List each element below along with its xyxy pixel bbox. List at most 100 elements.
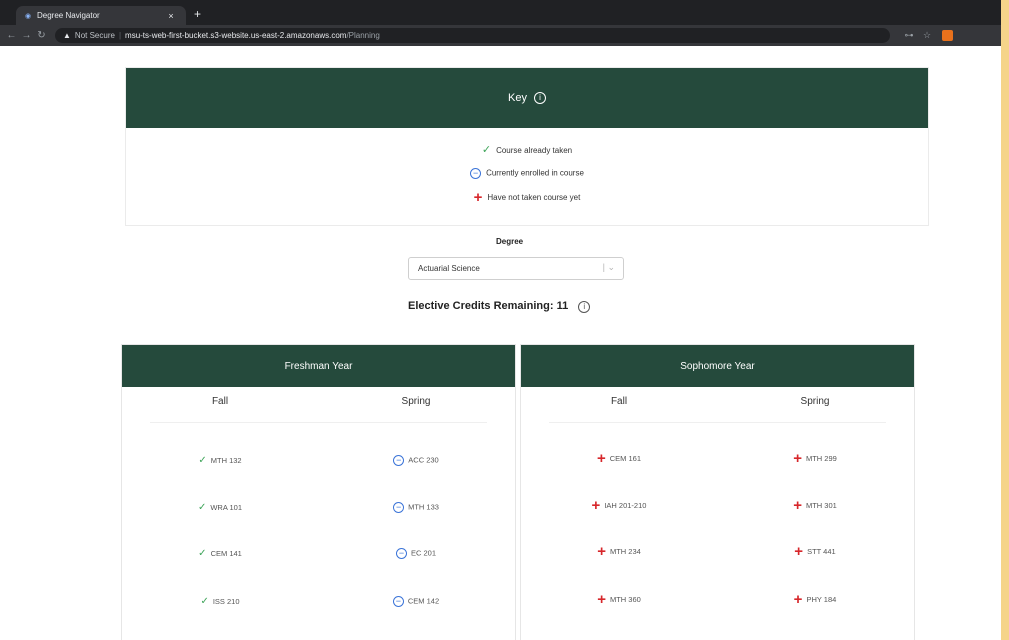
course-code: ISS 210 <box>212 597 240 606</box>
url-host: msu-ts-web-first-bucket.s3-website.us-ea… <box>125 31 347 40</box>
elective-value: 11 <box>556 300 569 312</box>
course-code: CEM 142 <box>407 596 440 606</box>
semester-header-spring: Spring <box>800 396 830 407</box>
key-item-label: Course already taken <box>496 146 573 155</box>
semester-header-fall: Fall <box>610 396 628 407</box>
key-item-enrolled: − Currently enrolled in course <box>126 168 928 179</box>
plus-icon: + <box>597 543 606 561</box>
plus-icon: + <box>793 591 803 609</box>
key-item-taken: ✓ Course already taken <box>126 143 928 156</box>
course-item[interactable]: ✓ WRA 101 <box>122 502 318 513</box>
course-item[interactable]: − CEM 142 <box>318 596 514 607</box>
info-icon[interactable]: i <box>533 92 546 104</box>
course-code: STT 441 <box>807 547 836 556</box>
course-item[interactable]: ✓ CEM 141 <box>122 548 318 559</box>
course-code: MTH 133 <box>408 502 439 512</box>
course-code: ACC 230 <box>408 455 439 465</box>
course-code: MTH 301 <box>805 501 837 510</box>
browser-tab[interactable]: ◉ Degree Navigator × <box>16 6 186 25</box>
course-item[interactable]: + STT 441 <box>717 544 913 559</box>
divider <box>549 422 886 423</box>
plus-icon: + <box>793 450 802 468</box>
warning-icon: ▲ <box>63 31 71 40</box>
key-header: Key i <box>126 68 928 128</box>
course-item[interactable]: − ACC 230 <box>318 455 514 466</box>
plus-icon: + <box>596 450 606 468</box>
tab-title: Degree Navigator <box>37 11 100 20</box>
key-item-label: Have not taken course yet <box>487 193 581 203</box>
plus-icon: + <box>597 591 606 609</box>
year-card-sophomore: Sophomore Year Fall Spring + CEM 161 + IAH… <box>520 344 915 640</box>
plus-icon: + <box>591 497 601 515</box>
tab-close-icon[interactable]: × <box>164 11 178 21</box>
degree-selected-value: Actuarial Science <box>418 264 480 273</box>
course-item[interactable]: + CEM 161 <box>521 451 717 466</box>
globe-icon: ◉ <box>24 12 32 20</box>
course-item[interactable]: + MTH 299 <box>717 451 913 466</box>
star-icon[interactable]: ☆ <box>918 30 936 41</box>
course-code: CEM 161 <box>609 454 642 463</box>
key-item-not-taken: + Have not taken course yet <box>126 190 928 205</box>
degree-label: Degree <box>496 237 524 246</box>
minus-circle-icon: − <box>392 596 404 607</box>
course-item[interactable]: ✓ ISS 210 <box>122 596 318 607</box>
course-item[interactable]: + IAH 201-210 <box>521 498 717 513</box>
course-code: PHY 184 <box>806 595 837 604</box>
semester-header-fall: Fall <box>211 396 229 407</box>
course-code: MTH 299 <box>805 454 837 463</box>
url-path: /Planning <box>346 31 380 40</box>
course-item[interactable]: + MTH 360 <box>521 592 717 607</box>
browser-window: ◉ Degree Navigator × + ← → ↻ ▲ Not Secur… <box>0 0 1001 640</box>
reload-icon[interactable]: ↻ <box>34 30 49 41</box>
minus-circle-icon: − <box>395 548 407 559</box>
info-icon[interactable]: i <box>578 301 591 313</box>
checkmark-icon: ✓ <box>200 596 209 607</box>
key-title: Key <box>508 92 527 104</box>
plus-icon: + <box>793 497 802 515</box>
plus-icon: + <box>794 543 804 561</box>
elective-label: Elective Credits Remaining: <box>408 300 554 312</box>
course-code: IAH 201-210 <box>604 501 647 510</box>
course-code: WRA 101 <box>210 503 243 512</box>
degree-select[interactable]: Actuarial Science | ⌄ <box>408 257 624 280</box>
divider <box>150 422 487 423</box>
minus-circle-icon: − <box>393 502 405 513</box>
security-label: Not Secure <box>74 31 115 40</box>
course-code: MTH 360 <box>609 595 641 604</box>
checkmark-icon: ✓ <box>197 502 207 513</box>
year-header: Sophomore Year <box>521 345 914 387</box>
key-item-label: Currently enrolled in course <box>486 168 584 178</box>
semester-header-spring: Spring <box>401 396 431 407</box>
course-item[interactable]: − EC 201 <box>318 548 514 559</box>
course-code: MTH 132 <box>210 456 242 465</box>
toolbar-actions: ⊶ ☆ <box>900 30 953 41</box>
checkmark-icon: ✓ <box>198 548 207 559</box>
course-item[interactable]: + PHY 184 <box>717 592 913 607</box>
chevron-down-icon[interactable]: | ⌄ <box>603 262 615 273</box>
browser-toolbar: ← → ↻ ▲ Not Secure | msu-ts-web-first-bu… <box>0 25 1001 46</box>
address-divider: | <box>118 31 122 40</box>
plus-icon: + <box>473 189 483 206</box>
course-code: CEM 141 <box>210 549 242 558</box>
year-header: Freshman Year <box>122 345 515 387</box>
key-card: Key i ✓ Course already taken − Currently e… <box>125 67 929 226</box>
course-code: EC 201 <box>410 548 437 558</box>
new-tab-button[interactable]: + <box>194 7 201 21</box>
back-icon[interactable]: ← <box>4 30 19 41</box>
course-item[interactable]: − MTH 133 <box>318 502 514 513</box>
checkmark-icon: ✓ <box>198 455 207 466</box>
forward-icon[interactable]: → <box>19 30 34 41</box>
course-item[interactable]: ✓ MTH 132 <box>122 455 318 466</box>
extension-icon[interactable] <box>942 30 953 41</box>
tab-strip: ◉ Degree Navigator × + <box>0 0 1001 25</box>
course-item[interactable]: + MTH 234 <box>521 544 717 559</box>
address-bar[interactable]: ▲ Not Secure | msu-ts-web-first-bucket.s… <box>55 28 890 43</box>
minus-circle-icon: − <box>470 168 482 179</box>
course-item[interactable]: + MTH 301 <box>717 498 913 513</box>
course-code: MTH 234 <box>609 547 641 556</box>
minus-circle-icon: − <box>393 455 405 466</box>
checkmark-icon: ✓ <box>481 144 492 156</box>
elective-credits: Elective Credits Remaining: 11 i <box>408 300 591 313</box>
year-card-freshman: Freshman Year Fall Spring ✓ MTH 132 ✓ WRA … <box>121 344 516 640</box>
key-icon[interactable]: ⊶ <box>900 30 918 41</box>
